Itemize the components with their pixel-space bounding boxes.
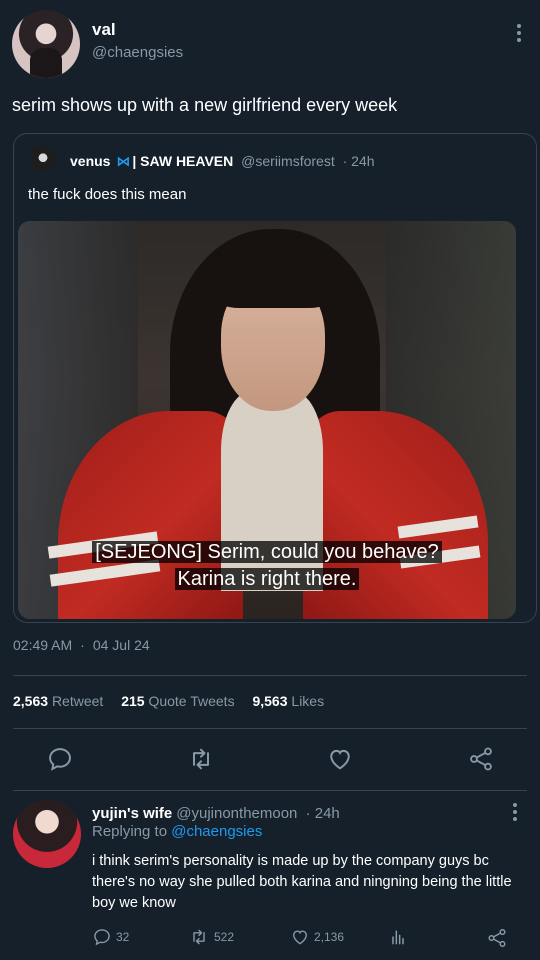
reply-time: · 24h	[305, 805, 340, 822]
image-subtitle: [SEJEONG] Serim, could you behave? Karin…	[18, 539, 516, 593]
likes-label: Likes	[291, 693, 325, 709]
tweet-action-bar	[0, 745, 540, 775]
heart-icon[interactable]	[326, 745, 354, 773]
reply-icon	[94, 929, 110, 946]
retweet-icon[interactable]	[187, 745, 215, 773]
retweet-count: 522	[214, 930, 235, 944]
reply-display-name[interactable]: yujin's wife	[92, 805, 172, 822]
reply-text: i think serim's personality is made up b…	[92, 853, 512, 911]
tweet-header: val @chaengsies	[12, 10, 528, 80]
reply-icon[interactable]	[46, 745, 74, 773]
quote-tweets-label: Quote Tweets	[148, 693, 235, 709]
reply-action-bar: 32 522 2,136	[0, 927, 540, 951]
divider	[13, 675, 527, 676]
timestamp-separator: ·	[80, 637, 85, 653]
tweet-detail-page: val @chaengsies serim shows up with a ne…	[0, 0, 540, 960]
reply-like-button[interactable]: 2,136	[290, 927, 344, 947]
quoted-tweet-card[interactable]: venus ⋈ | SAW HEAVEN @seriimsforest · 24h…	[13, 133, 537, 623]
reply-share-button[interactable]	[486, 927, 508, 949]
reply-header: yujin's wife @yujinonthemoon · 24h	[92, 805, 340, 822]
image-bangs	[216, 256, 332, 308]
avatar[interactable]	[12, 10, 80, 78]
tweet-text: serim shows up with a new girlfriend eve…	[12, 95, 398, 115]
quote-tweets-stat[interactable]: 215 Quote Tweets	[121, 693, 234, 709]
reply-handle[interactable]: @yujinonthemoon	[176, 805, 297, 822]
retweets-count: 2,563	[13, 693, 49, 709]
reply-count: 32	[116, 930, 130, 944]
quote-tweets-count: 215	[121, 693, 145, 709]
user-handle[interactable]: @chaengsies	[92, 44, 183, 61]
retweets-stat[interactable]: 2,563 Retweet	[13, 693, 103, 709]
quote-display-name[interactable]: venus	[70, 153, 110, 169]
divider	[13, 728, 527, 729]
reply-avatar[interactable]	[13, 800, 81, 868]
likes-stat[interactable]: 9,563 Likes	[252, 693, 324, 709]
like-count: 2,136	[314, 930, 345, 944]
subtitle-line-2: Karina is right there.	[174, 568, 360, 590]
reply-retweet-button[interactable]: 522	[188, 927, 234, 947]
retweet-icon	[193, 929, 205, 945]
display-name[interactable]: val	[92, 20, 116, 40]
reply-reply-button[interactable]: 32	[92, 927, 129, 947]
reply-analytics-button[interactable]	[388, 927, 408, 947]
more-vertical-icon[interactable]	[516, 24, 522, 44]
divider	[13, 790, 527, 791]
subtitle-line-1: [SEJEONG] Serim, could you behave?	[92, 541, 442, 563]
share-icon[interactable]	[467, 745, 495, 773]
share-icon	[488, 929, 506, 947]
replying-mention-link[interactable]: @chaengsies	[171, 823, 262, 840]
tweet-stats: 2,563 Retweet 215 Quote Tweets 9,563 Lik…	[13, 693, 338, 709]
quote-avatar[interactable]	[30, 146, 56, 172]
quote-text: the fuck does this mean	[28, 186, 187, 203]
likes-count: 9,563	[252, 693, 288, 709]
replying-prefix: Replying to	[92, 823, 168, 840]
butterfly-icon: ⋈	[116, 153, 131, 169]
quote-meta: venus ⋈ | SAW HEAVEN @seriimsforest · 24h	[70, 153, 375, 170]
analytics-icon	[392, 930, 404, 945]
quote-media-image[interactable]: [SEJEONG] Serim, could you behave? Karin…	[18, 221, 516, 619]
retweets-label: Retweet	[51, 693, 104, 709]
timestamp-date: 04 Jul 24	[92, 637, 150, 653]
more-vertical-icon[interactable]	[512, 803, 518, 823]
timestamp-time: 02:49 AM	[13, 637, 73, 653]
quote-handle[interactable]: @seriimsforest	[241, 153, 335, 169]
replying-to: Replying to @chaengsies	[92, 823, 262, 840]
quote-name-suffix: | SAW HEAVEN	[132, 153, 234, 169]
tweet-timestamp: 02:49 AM · 04 Jul 24	[13, 637, 150, 653]
heart-icon	[293, 930, 307, 945]
quote-time: · 24h	[342, 153, 375, 169]
